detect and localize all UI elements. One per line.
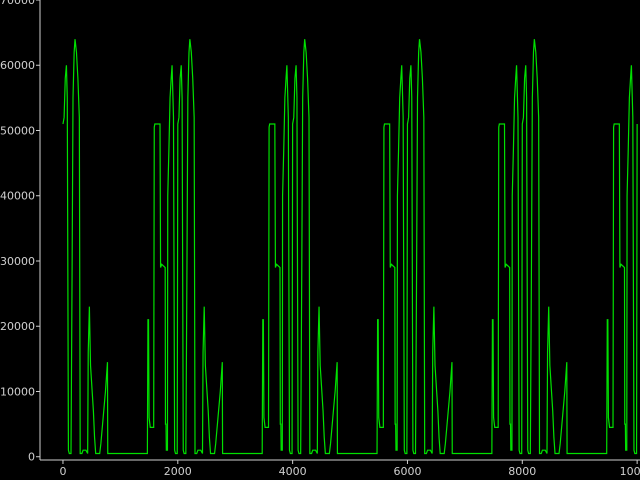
x-tick-label: 6000 (393, 465, 421, 478)
y-tick-label: 20000 (0, 320, 35, 333)
y-tick-label: 0 (28, 451, 35, 464)
y-tick-label: 30000 (0, 255, 35, 268)
y-tick-label: 60000 (0, 59, 35, 72)
y-tick-label: 40000 (0, 190, 35, 203)
y-tick-label: 50000 (0, 124, 35, 137)
x-tick-label: 8000 (508, 465, 536, 478)
x-tick-label: 0 (59, 465, 66, 478)
x-tick-label: 2000 (164, 465, 192, 478)
x-tick-label: 4000 (279, 465, 307, 478)
line-chart: 0 10000 20000 30000 40000 50000 60000 70000 0 200… (0, 0, 640, 480)
y-tick-label: 70000 (0, 0, 35, 7)
y-tick-label: 10000 (0, 385, 35, 398)
x-tick-label: 10000 (620, 465, 640, 478)
chart-background (0, 0, 640, 480)
